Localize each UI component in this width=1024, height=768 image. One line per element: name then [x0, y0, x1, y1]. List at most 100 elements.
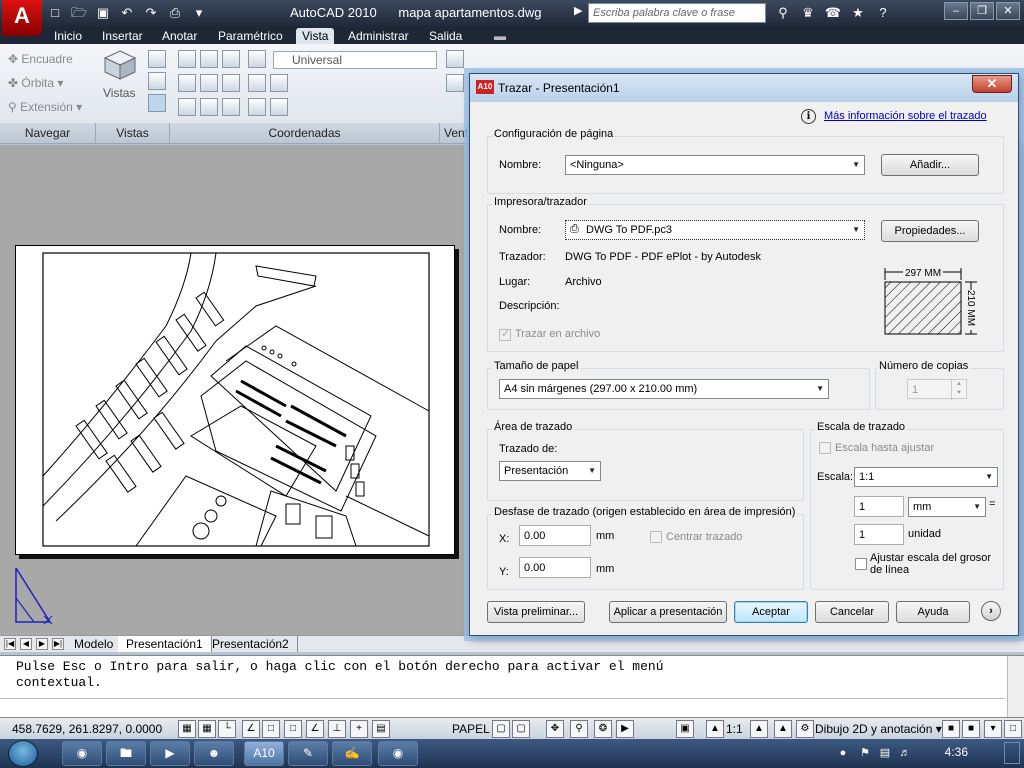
- pan-button[interactable]: ✥ Encuadre: [8, 52, 73, 66]
- tray-network-icon[interactable]: ▤: [878, 746, 892, 760]
- tab-anotar[interactable]: Anotar: [156, 28, 203, 44]
- tab-inicio[interactable]: Inicio: [48, 28, 88, 44]
- command-scrollbar[interactable]: [1007, 656, 1024, 718]
- last-tab-icon[interactable]: ▶|: [52, 638, 64, 650]
- first-tab-icon[interactable]: |◀: [4, 638, 16, 650]
- annotation-visibility-icon[interactable]: ▲: [750, 720, 768, 738]
- lineweight-icon[interactable]: ▤: [372, 720, 390, 738]
- open-file-icon[interactable]: 🗁: [68, 3, 90, 23]
- explorer-folder-icon[interactable]: 🖿: [106, 741, 146, 766]
- autocad-taskbar-button[interactable]: A10: [244, 741, 284, 766]
- dialog-close-button[interactable]: ✕: [972, 75, 1012, 93]
- hardware-acceleration-icon[interactable]: ■: [962, 720, 980, 738]
- firefox-icon[interactable]: ◉: [62, 741, 102, 766]
- tab-administrar[interactable]: Administrar: [342, 28, 415, 44]
- ucs-zaxis-icon[interactable]: [222, 98, 240, 116]
- ucs-view-icon[interactable]: [178, 98, 196, 116]
- subscription-icon[interactable]: ♛: [797, 3, 819, 23]
- minimize-button[interactable]: –: [944, 2, 968, 20]
- ucs-z-icon[interactable]: [222, 74, 240, 92]
- ucs-previous-icon[interactable]: [222, 50, 240, 68]
- cancel-button[interactable]: Cancelar: [815, 601, 889, 623]
- polar-tracking-icon[interactable]: ∠: [242, 720, 260, 738]
- messenger-icon[interactable]: ☻: [194, 741, 234, 766]
- scale-inches-input[interactable]: 1: [854, 496, 904, 517]
- ucs-origin-icon[interactable]: [200, 98, 218, 116]
- paper-size-combo[interactable]: A4 sin márgenes (297.00 x 210.00 mm): [499, 379, 829, 399]
- preview-button[interactable]: Vista preliminar...: [487, 601, 585, 623]
- application-menu-button[interactable]: A: [2, 0, 42, 36]
- apply-to-layout-button[interactable]: Aplicar a presentación: [609, 601, 727, 623]
- ucs-y-icon[interactable]: [200, 74, 218, 92]
- pan-status-icon[interactable]: ✥: [546, 720, 564, 738]
- tray-flag-icon[interactable]: ⚑: [858, 746, 872, 760]
- tray-volume-icon[interactable]: ♬: [898, 746, 912, 760]
- copies-spinner-icon[interactable]: ▲ ▼: [951, 380, 966, 400]
- plot-to-file-checkbox[interactable]: [499, 327, 511, 341]
- views-cube-icon[interactable]: [103, 50, 137, 80]
- copies-input[interactable]: 1 ▲ ▼: [907, 379, 967, 400]
- ok-button[interactable]: Aceptar: [734, 601, 808, 623]
- ucs-face-icon[interactable]: [248, 50, 266, 68]
- scale-combo[interactable]: 1:1: [854, 467, 998, 487]
- search-icon[interactable]: ⚲: [772, 3, 794, 23]
- fit-to-paper-checkbox[interactable]: [819, 442, 831, 454]
- command-input[interactable]: [0, 698, 1005, 716]
- zoom-status-icon[interactable]: ⚲: [570, 720, 588, 738]
- center-plot-checkbox[interactable]: [650, 531, 662, 543]
- help-icon[interactable]: ?: [872, 3, 894, 23]
- lock-toolbar-icon[interactable]: ■: [942, 720, 960, 738]
- restore-button[interactable]: ❐: [970, 2, 994, 20]
- orbit-button[interactable]: ✤ Órbita ▾: [8, 76, 63, 90]
- search-expand-icon[interactable]: ▶: [574, 4, 582, 17]
- ortho-mode-icon[interactable]: └: [218, 720, 236, 738]
- workspace-gear-icon[interactable]: ⚙: [796, 720, 814, 738]
- help-button[interactable]: Ayuda: [896, 601, 970, 623]
- clean-screen-icon[interactable]: □: [1004, 720, 1022, 738]
- show-desktop-button[interactable]: [1004, 742, 1020, 764]
- what-to-plot-combo[interactable]: Presentación: [499, 461, 601, 481]
- coordinates-readout[interactable]: 458.7629, 261.8297, 0.0000: [12, 722, 162, 736]
- status-menu-icon[interactable]: ▾: [984, 720, 1002, 738]
- ucs-3point-icon[interactable]: [248, 74, 266, 92]
- ucs-object-icon[interactable]: [270, 74, 288, 92]
- undo-icon[interactable]: ↶: [116, 3, 138, 23]
- qat-dropdown-icon[interactable]: ▾: [188, 3, 210, 23]
- paper-space-toggle[interactable]: PAPEL: [452, 722, 490, 736]
- tab-presentacion1[interactable]: Presentación1: [118, 636, 212, 652]
- otrack-icon[interactable]: ∠: [306, 720, 324, 738]
- plot-icon[interactable]: ⎙: [164, 3, 186, 23]
- new-file-icon[interactable]: □: [44, 3, 66, 23]
- printer-name-combo[interactable]: ⎙ DWG To PDF.pc3: [565, 220, 865, 240]
- viewport-join-icon[interactable]: [446, 74, 464, 92]
- save-icon[interactable]: ▣: [92, 3, 114, 23]
- dyn-input-icon[interactable]: +: [350, 720, 368, 738]
- quick-view-layouts-icon[interactable]: ▢: [492, 720, 510, 738]
- dialog-title-bar[interactable]: A10 Trazar - Presentación1 ✕: [470, 74, 1018, 102]
- annotation-scale-value[interactable]: 1:1: [726, 722, 743, 736]
- annotation-autoscale-icon[interactable]: ▲: [774, 720, 792, 738]
- tab-modelo[interactable]: Modelo: [66, 636, 123, 652]
- more-options-arrow-icon[interactable]: ›: [981, 601, 1001, 621]
- app-taskbar-icon-5[interactable]: ✎: [288, 741, 328, 766]
- extents-button[interactable]: ⚲ Extensión ▾: [8, 100, 82, 114]
- ucs-world-icon[interactable]: [200, 50, 218, 68]
- named-views-icon[interactable]: [148, 50, 166, 68]
- media-player-icon[interactable]: ▶: [150, 741, 190, 766]
- 3d-osnap-icon[interactable]: □: [284, 720, 302, 738]
- offset-x-input[interactable]: 0.00: [519, 525, 591, 546]
- tab-presentacion2[interactable]: Presentación2: [204, 636, 298, 652]
- ucs-combo[interactable]: Universal: [273, 51, 437, 69]
- redo-icon[interactable]: ↷: [140, 3, 162, 23]
- clock[interactable]: 4:36: [945, 745, 968, 759]
- add-page-setup-button[interactable]: Añadir...: [881, 154, 979, 176]
- tray-chat-icon[interactable]: ●: [836, 746, 850, 760]
- snap-mode-icon[interactable]: ▦: [178, 720, 196, 738]
- tab-salida[interactable]: Salida: [423, 28, 468, 44]
- annotation-scale-icon[interactable]: ▲: [706, 720, 724, 738]
- communication-icon[interactable]: ☎: [822, 3, 844, 23]
- ribbon-minimize-icon[interactable]: ▬: [488, 28, 512, 44]
- viewport-icon[interactable]: [148, 94, 166, 112]
- favorites-star-icon[interactable]: ★: [847, 3, 869, 23]
- showmotion-icon[interactable]: ▶: [616, 720, 634, 738]
